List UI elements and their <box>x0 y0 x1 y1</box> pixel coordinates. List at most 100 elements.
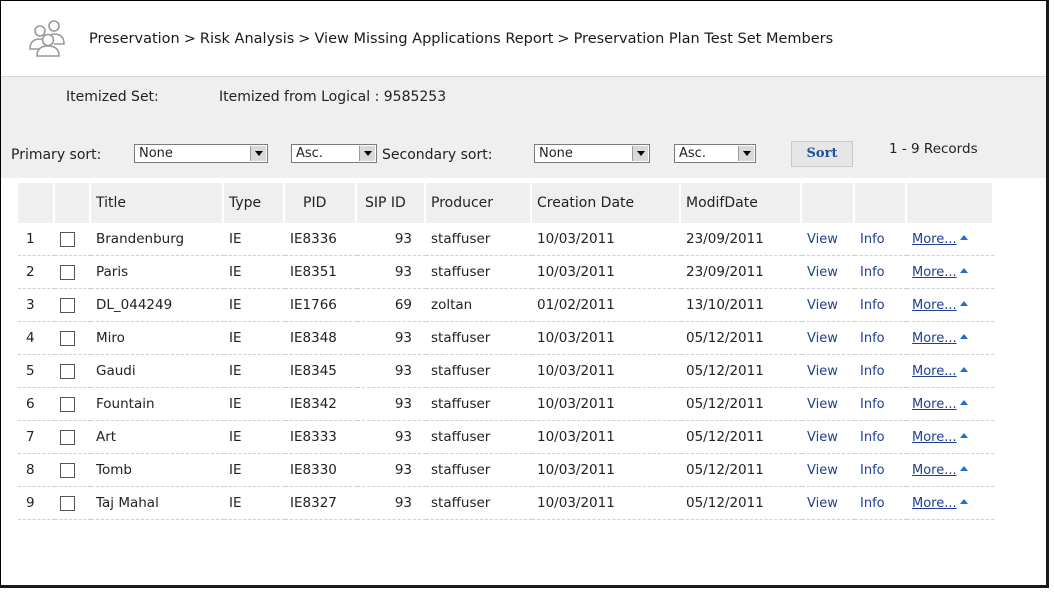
row-checkbox[interactable] <box>60 297 75 313</box>
more-link[interactable]: More... <box>912 265 968 280</box>
cell-info: Info <box>855 487 907 520</box>
row-checkbox[interactable] <box>60 231 75 247</box>
table-row: 1 Brandenburg IE IE8336 93 staffuser 10/03/201… <box>18 223 994 256</box>
header-col-creation-date[interactable]: Creation Date <box>532 183 681 223</box>
row-checkbox[interactable] <box>60 429 75 445</box>
cell-title: DL_044249 <box>91 289 224 322</box>
view-link[interactable]: View <box>807 430 838 445</box>
cell-sip-id: 69 <box>357 289 426 322</box>
info-link[interactable]: Info <box>860 298 885 313</box>
table-row: 6 Fountain IE IE8342 93 staffuser 10/03/2011 05… <box>18 388 994 421</box>
info-link[interactable]: Info <box>860 331 885 346</box>
view-link[interactable]: View <box>807 364 838 379</box>
cell-creation-date: 10/03/2011 <box>532 223 681 256</box>
view-link[interactable]: View <box>807 463 838 478</box>
cell-sip-id: 93 <box>357 454 426 487</box>
info-link[interactable]: Info <box>860 232 885 247</box>
header-col-pid[interactable]: PID <box>285 183 357 223</box>
info-link[interactable]: Info <box>860 430 885 445</box>
cell-info: Info <box>855 421 907 454</box>
view-link[interactable]: View <box>807 232 838 247</box>
more-link[interactable]: More... <box>912 430 968 445</box>
primary-order-select[interactable]: Asc. <box>291 144 377 163</box>
breadcrumb-item[interactable]: Preservation <box>89 31 180 47</box>
info-link[interactable]: Info <box>860 364 885 379</box>
secondary-sort-select[interactable]: None <box>534 144 650 163</box>
table-row: 7 Art IE IE8333 93 staffuser 10/03/2011 05/12/2… <box>18 421 994 454</box>
triangle-up-icon <box>959 466 968 471</box>
table-header-row: Title Type PID SIP ID Producer Creation Date M… <box>18 183 994 223</box>
cell-sip-id: 93 <box>357 256 426 289</box>
cell-pid: IE8342 <box>285 388 357 421</box>
view-link[interactable]: View <box>807 331 838 346</box>
sort-button[interactable]: Sort <box>791 141 853 167</box>
secondary-sort-label: Secondary sort: <box>382 147 493 163</box>
table-row: 8 Tomb IE IE8330 93 staffuser 10/03/2011 05/12/… <box>18 454 994 487</box>
header-col-producer[interactable]: Producer <box>426 183 532 223</box>
sort-toolbar: Primary sort: None Asc. Secondary sort: … <box>1 122 1046 178</box>
info-link[interactable]: Info <box>860 397 885 412</box>
cell-title: Art <box>91 421 224 454</box>
breadcrumb-separator: > <box>557 31 570 47</box>
cell-pid: IE8348 <box>285 322 357 355</box>
more-link[interactable]: More... <box>912 463 968 478</box>
breadcrumb-item[interactable]: Risk Analysis <box>200 31 294 47</box>
info-link[interactable]: Info <box>860 463 885 478</box>
row-checkbox[interactable] <box>60 264 75 280</box>
view-link[interactable]: View <box>807 496 838 511</box>
cell-info: Info <box>855 322 907 355</box>
row-checkbox[interactable] <box>60 396 75 412</box>
info-link[interactable]: Info <box>860 265 885 280</box>
cell-type: IE <box>224 223 285 256</box>
primary-sort-select[interactable]: None <box>134 144 268 163</box>
header-col-sip-id[interactable]: SIP ID <box>357 183 426 223</box>
cell-info: Info <box>855 223 907 256</box>
header-col-type[interactable]: Type <box>224 183 285 223</box>
breadcrumb-item[interactable]: View Missing Applications Report <box>314 31 553 47</box>
secondary-order-select[interactable]: Asc. <box>674 144 756 163</box>
more-link[interactable]: More... <box>912 496 968 511</box>
secondary-order-value: Asc. <box>679 146 706 161</box>
header-col-modif-date[interactable]: ModifDate <box>681 183 802 223</box>
breadcrumb-item[interactable]: Preservation Plan Test Set Members <box>574 31 834 47</box>
info-link[interactable]: Info <box>860 496 885 511</box>
triangle-up-icon <box>959 367 968 372</box>
more-link[interactable]: More... <box>912 397 968 412</box>
cell-more: More... <box>907 289 994 322</box>
more-link[interactable]: More... <box>912 331 968 346</box>
row-checkbox[interactable] <box>60 462 75 478</box>
header-col-select <box>55 183 91 223</box>
more-link-label: More... <box>912 397 957 412</box>
cell-pid: IE8345 <box>285 355 357 388</box>
cell-producer: staffuser <box>426 322 532 355</box>
cell-sip-id: 93 <box>357 223 426 256</box>
row-checkbox[interactable] <box>60 363 75 379</box>
cell-more: More... <box>907 256 994 289</box>
more-link[interactable]: More... <box>912 232 968 247</box>
row-select-cell <box>55 223 91 256</box>
dropdown-arrow-icon <box>359 146 375 161</box>
dropdown-arrow-icon <box>738 146 754 161</box>
row-select-cell <box>55 388 91 421</box>
cell-creation-date: 10/03/2011 <box>532 487 681 520</box>
view-link[interactable]: View <box>807 298 838 313</box>
cell-producer: staffuser <box>426 223 532 256</box>
more-link[interactable]: More... <box>912 364 968 379</box>
cell-creation-date: 01/02/2011 <box>532 289 681 322</box>
view-link[interactable]: View <box>807 265 838 280</box>
cell-sip-id: 93 <box>357 388 426 421</box>
row-checkbox[interactable] <box>60 495 75 511</box>
cell-creation-date: 10/03/2011 <box>532 256 681 289</box>
view-link[interactable]: View <box>807 397 838 412</box>
more-link[interactable]: More... <box>912 298 968 313</box>
cell-view: View <box>802 289 855 322</box>
primary-sort-label: Primary sort: <box>11 147 102 163</box>
cell-producer: staffuser <box>426 421 532 454</box>
more-link-label: More... <box>912 463 957 478</box>
row-checkbox[interactable] <box>60 330 75 346</box>
cell-type: IE <box>224 355 285 388</box>
header-col-title[interactable]: Title <box>91 183 224 223</box>
triangle-up-icon <box>959 301 968 306</box>
cell-more: More... <box>907 388 994 421</box>
cell-producer: staffuser <box>426 454 532 487</box>
